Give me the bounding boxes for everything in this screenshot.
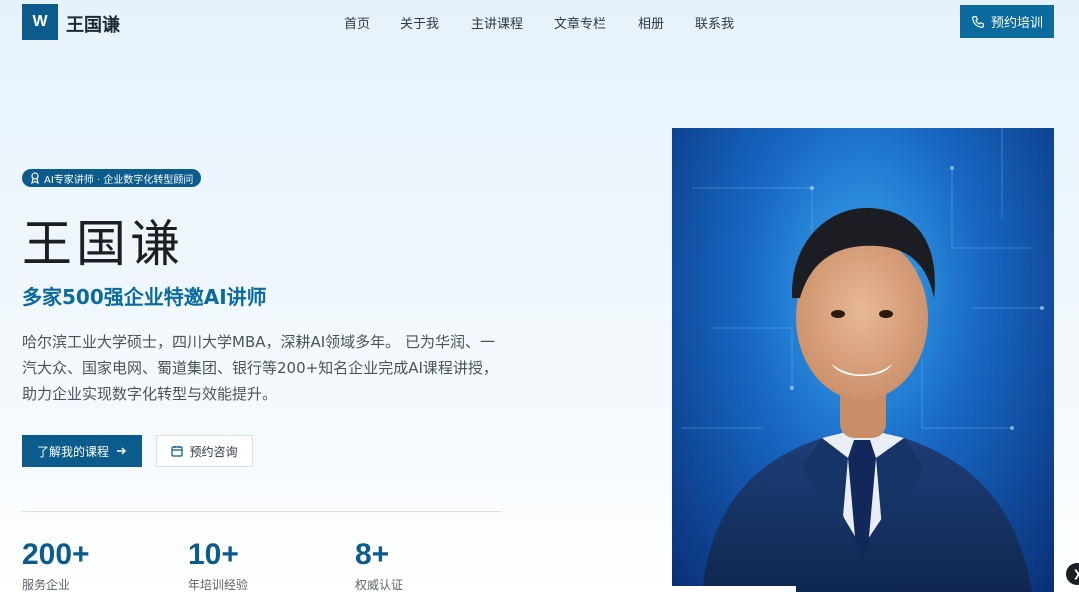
- book-consultation-label: 预约咨询: [189, 444, 238, 459]
- book-training-button[interactable]: 预约培训: [960, 5, 1054, 38]
- photo-caption-strip: [672, 586, 796, 592]
- stat-clients: 200+ 服务企业: [22, 538, 90, 592]
- chevron-right-icon: ❯: [1073, 569, 1079, 580]
- stat-label: 年培训经验: [188, 578, 249, 592]
- main-nav: 首页 关于我 主讲课程 文章专栏 相册 联系我: [0, 13, 1079, 32]
- stats-divider: [22, 511, 502, 512]
- nav-contact[interactable]: 联系我: [695, 13, 734, 32]
- stat-label: 服务企业: [22, 578, 71, 592]
- title-badge: AI专家讲师 · 企业数字化转型顾问: [22, 169, 202, 187]
- nav-home[interactable]: 首页: [344, 13, 370, 32]
- hero-name: 王国谦: [22, 215, 184, 273]
- stat-value: 10+: [188, 538, 239, 571]
- nav-courses[interactable]: 主讲课程: [471, 13, 523, 32]
- site-header: W 王国谦 首页 关于我 主讲课程 文章专栏 相册 联系我 预约培训: [0, 0, 1079, 44]
- badge-text: AI专家讲师 · 企业数字化转型顾问: [44, 174, 194, 186]
- book-training-label: 预约培训: [990, 16, 1043, 31]
- stat-label: 权威认证: [355, 578, 404, 592]
- arrow-right-icon: [117, 447, 126, 455]
- calendar-icon: [171, 446, 184, 457]
- book-consultation-button[interactable]: 预约咨询: [156, 435, 253, 467]
- stat-experience: 10+ 年培训经验: [188, 538, 248, 592]
- portrait-photo: [672, 128, 1054, 592]
- stat-value: 200+: [22, 538, 90, 571]
- view-courses-label: 了解我的课程: [36, 444, 109, 459]
- award-icon: [31, 172, 39, 184]
- carousel-next-button[interactable]: ❯: [1066, 563, 1079, 585]
- hero-subtitle: 多家500强企业特邀AI讲师: [22, 285, 267, 309]
- nav-about[interactable]: 关于我: [400, 13, 439, 32]
- view-courses-button[interactable]: 了解我的课程: [22, 435, 142, 467]
- nav-gallery[interactable]: 相册: [638, 13, 664, 32]
- portrait-illustration: [682, 128, 1044, 592]
- hero-description: 哈尔滨工业大学硕士，四川大学MBA，深耕AI领域多年。 已为华润、一汽大众、国家…: [22, 333, 498, 403]
- nav-articles[interactable]: 文章专栏: [554, 13, 606, 32]
- stat-certifications: 8+ 权威认证: [355, 538, 403, 592]
- stat-value: 8+: [355, 538, 390, 571]
- phone-icon: [972, 15, 984, 28]
